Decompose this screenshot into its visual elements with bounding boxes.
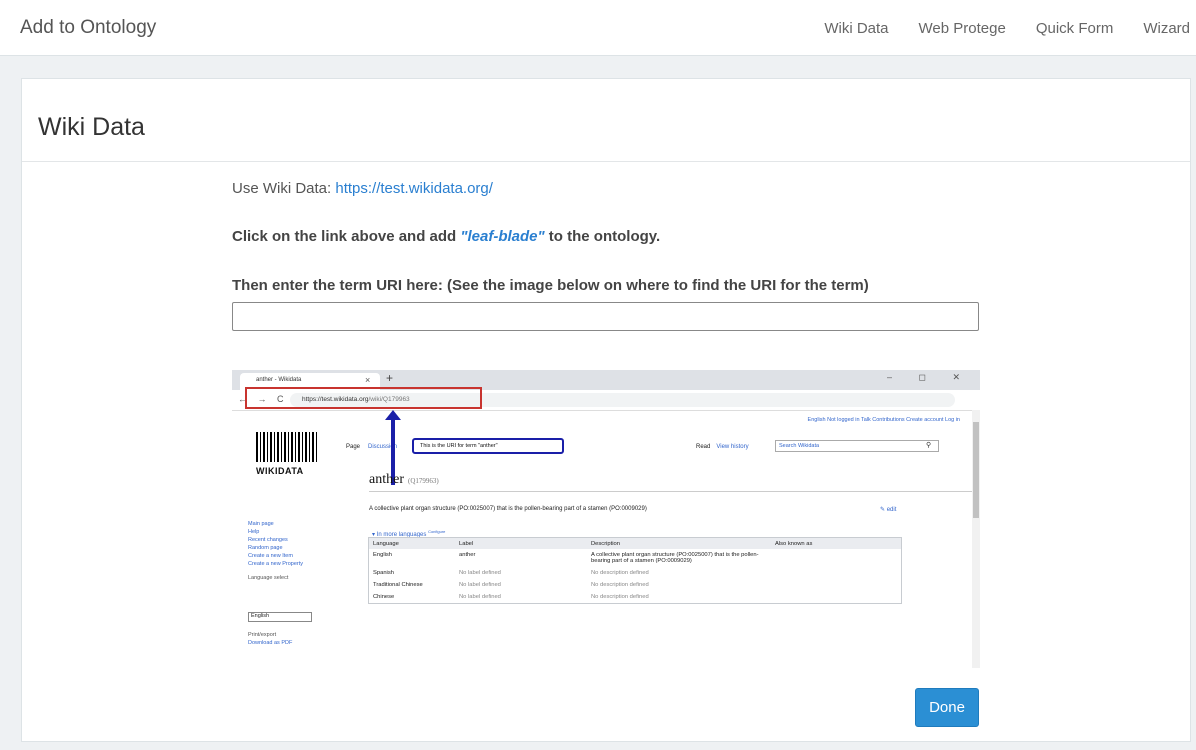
table-cell: Chinese (373, 594, 395, 600)
table-cell (771, 579, 902, 591)
table-header: Description (587, 537, 771, 549)
item-heading: anther (Q179963) (369, 472, 439, 488)
table-cell: Traditional Chinese (373, 582, 423, 588)
table-row: Chinese No label defined No description … (369, 591, 902, 604)
sidebar-link: Recent changes (248, 537, 288, 543)
wikidata-barcode-logo (256, 432, 318, 462)
panel-header (22, 79, 1190, 162)
table-cell: Spanish (373, 570, 394, 576)
table-cell: anther (459, 552, 476, 558)
sidebar-link: Random page (248, 545, 283, 551)
nav-link-quick-form[interactable]: Quick Form (1036, 20, 1114, 37)
brand-title[interactable]: Add to Ontology (20, 17, 156, 39)
example-screenshot: anther - Wikidata × + – ◻ ✕ ← → C https:… (232, 370, 980, 668)
sidebar-link: Main page (248, 521, 274, 527)
sidebar-language-select: English (248, 612, 312, 622)
window-controls-icon: – ◻ ✕ (886, 372, 972, 382)
languages-table: Language Label Description Also known as… (368, 537, 902, 604)
instruction-prefix: Click on the link above and add (232, 228, 461, 245)
sidebar-language-label: Language select (248, 575, 289, 581)
uri-hint-callout: This is the URI for term "anther" (412, 438, 564, 454)
use-prefix: Use Wiki Data: (232, 180, 336, 197)
table-cell: English (373, 552, 393, 558)
edit-link: ✎ edit (880, 507, 897, 513)
nav-link-web-protege[interactable]: Web Protege (919, 20, 1006, 37)
table-cell: No label defined (459, 570, 501, 576)
wiki-page-tabs: Page Discussion (346, 444, 397, 450)
wiki-data-panel: Wiki Data Use Wiki Data: https://test.wi… (21, 78, 1191, 742)
instruction-term: "leaf-blade" (460, 228, 545, 245)
panel-title: Wiki Data (38, 113, 145, 141)
wikidata-link[interactable]: https://test.wikidata.org/ (335, 180, 493, 197)
configure-link: Configure (428, 529, 446, 534)
nav-link-wiki-data[interactable]: Wiki Data (824, 20, 888, 37)
table-cell: No description defined (591, 594, 649, 600)
search-icon: ⚲ (926, 442, 932, 449)
done-button[interactable]: Done (915, 688, 979, 727)
url-highlight-box (245, 387, 482, 409)
screenshot-scroll-thumb (973, 422, 979, 518)
table-row: Traditional Chinese No label defined No … (369, 579, 902, 591)
table-row: Spanish No label defined No description … (369, 567, 902, 579)
sidebar-link: Help (248, 529, 260, 535)
table-cell: No description defined (591, 570, 649, 576)
wiki-search-box: Search Wikidata (775, 440, 939, 452)
enter-uri-label: Then enter the term URI here: (See the i… (232, 277, 869, 294)
table-cell (771, 567, 902, 579)
table-row: English anther A collective plant organ … (369, 549, 902, 567)
term-uri-input[interactable] (232, 302, 979, 331)
table-cell: A collective plant organ structure (PO:0… (591, 552, 759, 564)
wiki-personal-links: English Not logged in Talk Contributions… (807, 417, 960, 423)
top-navbar: Add to Ontology Wiki Data Web Protege Qu… (0, 0, 1196, 56)
sidebar-download-link: Download as PDF (248, 640, 293, 646)
table-cell (771, 591, 902, 604)
wiki-sidebar: Main page Help Recent changes Random pag… (248, 520, 334, 582)
wiki-sidebar-print: Print/export Download as PDF (248, 625, 334, 647)
title-divider (369, 491, 976, 492)
table-header: Also known as (771, 537, 902, 549)
table-header-row: Language Label Description Also known as (368, 537, 902, 549)
page-tab: Page (346, 444, 361, 450)
table-cell: No description defined (591, 582, 649, 588)
nav-link-wizard[interactable]: Wizard (1143, 20, 1190, 37)
read-tab: Read (696, 444, 711, 450)
edit-label: edit (886, 507, 897, 513)
arrow-up-icon (385, 410, 401, 420)
table-cell: No label defined (459, 582, 501, 588)
sidebar-link: Create a new Property (248, 561, 304, 567)
view-history-tab: View history (716, 444, 749, 450)
nav-links: Wiki Data Web Protege Quick Form Wizard (794, 20, 1190, 37)
item-id: (Q179963) (407, 477, 439, 485)
table-cell (771, 549, 902, 567)
browser-tab-title: anther - Wikidata (256, 377, 302, 383)
item-label: anther (369, 472, 404, 487)
sidebar-link: Create a new Item (248, 553, 293, 559)
table-header: Language (368, 537, 455, 549)
table-header: Label (455, 537, 587, 549)
plus-icon: + (386, 371, 394, 385)
instruction-suffix: to the ontology. (544, 228, 661, 245)
use-wiki-data-line: Use Wiki Data: https://test.wikidata.org… (232, 180, 493, 197)
item-description: A collective plant organ structure (PO:0… (369, 506, 647, 512)
close-icon: × (365, 375, 371, 385)
instruction-line: Click on the link above and add "leaf-bl… (232, 228, 660, 245)
wiki-view-tabs: Read View history (696, 444, 749, 450)
sidebar-print-label: Print/export (248, 632, 277, 638)
table-cell: No label defined (459, 594, 501, 600)
wikidata-logo-text: WIKIDATA (256, 466, 304, 476)
